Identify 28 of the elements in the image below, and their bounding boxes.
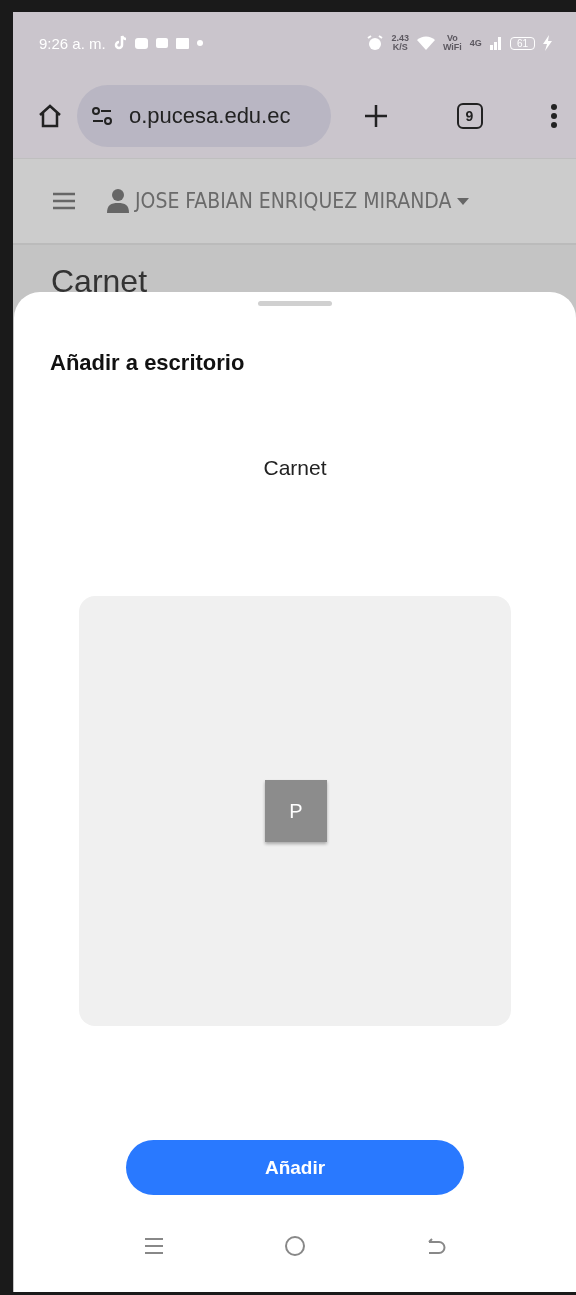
wifi-icon: [416, 36, 435, 50]
drag-handle[interactable]: [258, 301, 332, 306]
user-icon: [107, 189, 129, 213]
recents-button[interactable]: [143, 1235, 166, 1257]
add-button[interactable]: Añadir: [126, 1140, 464, 1195]
charging-icon: [543, 35, 552, 51]
home-nav-button[interactable]: [284, 1235, 306, 1257]
signal-icon: [489, 36, 502, 50]
site-settings-icon[interactable]: [91, 107, 113, 125]
music-note-icon: [113, 35, 127, 51]
more-notifications-dot-icon: [196, 40, 203, 46]
menu-button[interactable]: [53, 192, 75, 210]
caret-icon: [457, 197, 470, 205]
network-speed: 2.43 K/S: [391, 34, 409, 52]
more-menu-button[interactable]: [550, 103, 558, 129]
home-button[interactable]: [37, 103, 63, 129]
page-title: Carnet: [51, 263, 148, 299]
status-time: 9:26 a. m.: [39, 34, 106, 52]
battery-level: 61: [509, 36, 535, 50]
new-tab-button[interactable]: [363, 103, 389, 129]
address-bar[interactable]: o.pucesa.edu.ec: [77, 85, 331, 147]
tab-switcher-button[interactable]: 9: [456, 103, 483, 129]
alarm-icon: [367, 35, 384, 51]
sheet-title: Añadir a escritorio: [50, 350, 245, 376]
app-name: Carnet: [263, 456, 327, 480]
app-icon: P: [265, 780, 327, 842]
vowifi-label: Vo WiFi: [442, 34, 462, 52]
network-type: 4G: [469, 38, 482, 48]
